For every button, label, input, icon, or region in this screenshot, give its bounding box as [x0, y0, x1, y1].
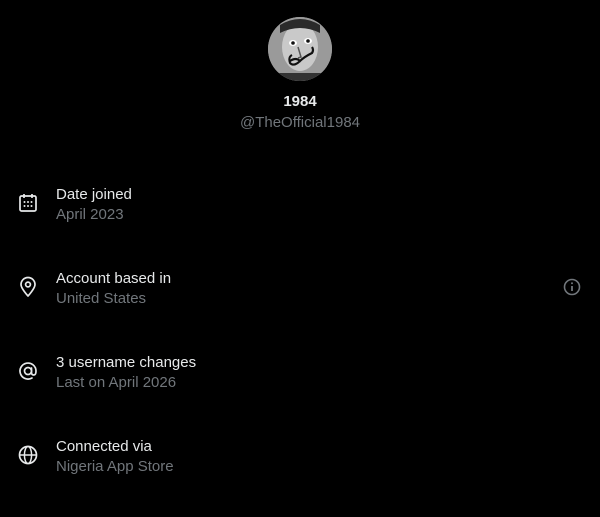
- info-row-text: Account based in United States: [56, 269, 171, 309]
- info-row-username-changes: 3 username changes Last on April 2026: [0, 353, 600, 393]
- at-sign-icon: [16, 359, 40, 383]
- row-title: Connected via: [56, 438, 152, 455]
- user-handle: @TheOfficial1984: [239, 114, 360, 131]
- info-row-account-based-in: Account based in United States: [0, 269, 600, 309]
- row-title: 3 username changes: [56, 354, 197, 371]
- info-row-date-joined: Date joined April 2023: [0, 185, 600, 225]
- row-title: Account based in: [56, 270, 172, 287]
- avatar[interactable]: [268, 17, 332, 81]
- location-pin-icon: [16, 275, 40, 299]
- row-subtitle: April 2023: [56, 206, 124, 223]
- row-subtitle: Last on April 2026: [56, 374, 177, 391]
- globe-icon: [16, 443, 40, 467]
- info-row-text: Connected via Nigeria App Store: [56, 437, 174, 477]
- avatar-photo-icon: [268, 17, 332, 81]
- row-subtitle: United States: [56, 290, 147, 307]
- display-name: 1984: [283, 93, 317, 110]
- profile-header: 1984 @TheOfficial1984: [0, 17, 600, 132]
- info-row-text: Date joined April 2023: [56, 185, 132, 225]
- row-subtitle: Nigeria App Store: [56, 458, 174, 475]
- row-title: Date joined: [56, 186, 132, 203]
- info-row-connected-via: Connected via Nigeria App Store: [0, 437, 600, 477]
- info-icon[interactable]: [562, 277, 582, 297]
- info-row-text: 3 username changes Last on April 2026: [56, 353, 196, 393]
- calendar-icon: [16, 191, 40, 215]
